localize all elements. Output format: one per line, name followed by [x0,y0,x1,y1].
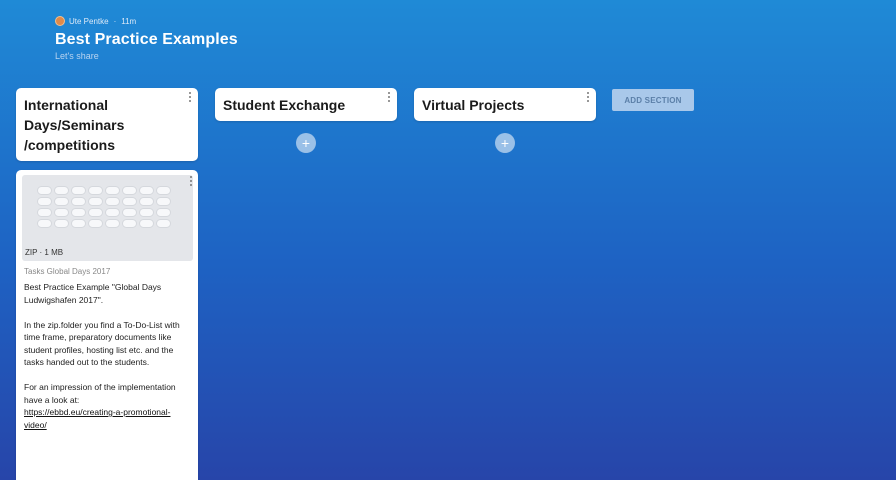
page-subtitle: Let's share [55,51,99,61]
page-title: Best Practice Examples [55,31,238,48]
post-card[interactable]: ZIP · 1 MB Tasks Global Days 2017 Best P… [16,170,198,480]
column-header[interactable]: Student Exchange [215,88,397,121]
add-section-button[interactable]: ADD SECTION [612,89,694,111]
add-post-button[interactable]: + [495,133,515,153]
zip-file-icon [37,186,171,228]
more-options-icon[interactable] [188,92,192,102]
plus-icon: + [500,135,510,151]
column-international-days: International Days/Seminars /competition… [16,88,198,161]
author-name: Ute Pentke [69,16,109,26]
more-options-icon[interactable] [387,92,391,102]
plus-icon: + [301,135,311,151]
post-text: Best Practice Example "Global Days Ludwi… [24,282,180,405]
more-options-icon[interactable] [586,92,590,102]
post-body: Tasks Global Days 2017 Best Practice Exa… [16,261,198,431]
file-meta: ZIP · 1 MB [25,248,64,257]
avatar[interactable] [55,16,65,26]
more-options-icon[interactable] [189,176,193,186]
add-post-button[interactable]: + [296,133,316,153]
column-header[interactable]: Virtual Projects [414,88,596,121]
column-title: International Days/Seminars /competition… [24,97,125,153]
file-name: Tasks Global Days 2017 [24,267,111,276]
author-row: Ute Pentke · 11m [55,14,238,28]
column-header[interactable]: International Days/Seminars /competition… [16,88,198,161]
column-virtual-projects: Virtual Projects + [414,88,596,153]
column-title: Student Exchange [223,97,346,113]
post-link[interactable]: https://ebbd.eu/creating-a-promotional-v… [24,406,190,431]
attachment-preview[interactable]: ZIP · 1 MB [22,175,193,261]
board-header: Ute Pentke · 11m Best Practice Examples … [55,14,238,61]
post-time: 11m [121,16,137,26]
column-title: Virtual Projects [422,97,525,113]
column-student-exchange: Student Exchange + [215,88,397,153]
separator-dot: · [113,16,117,26]
